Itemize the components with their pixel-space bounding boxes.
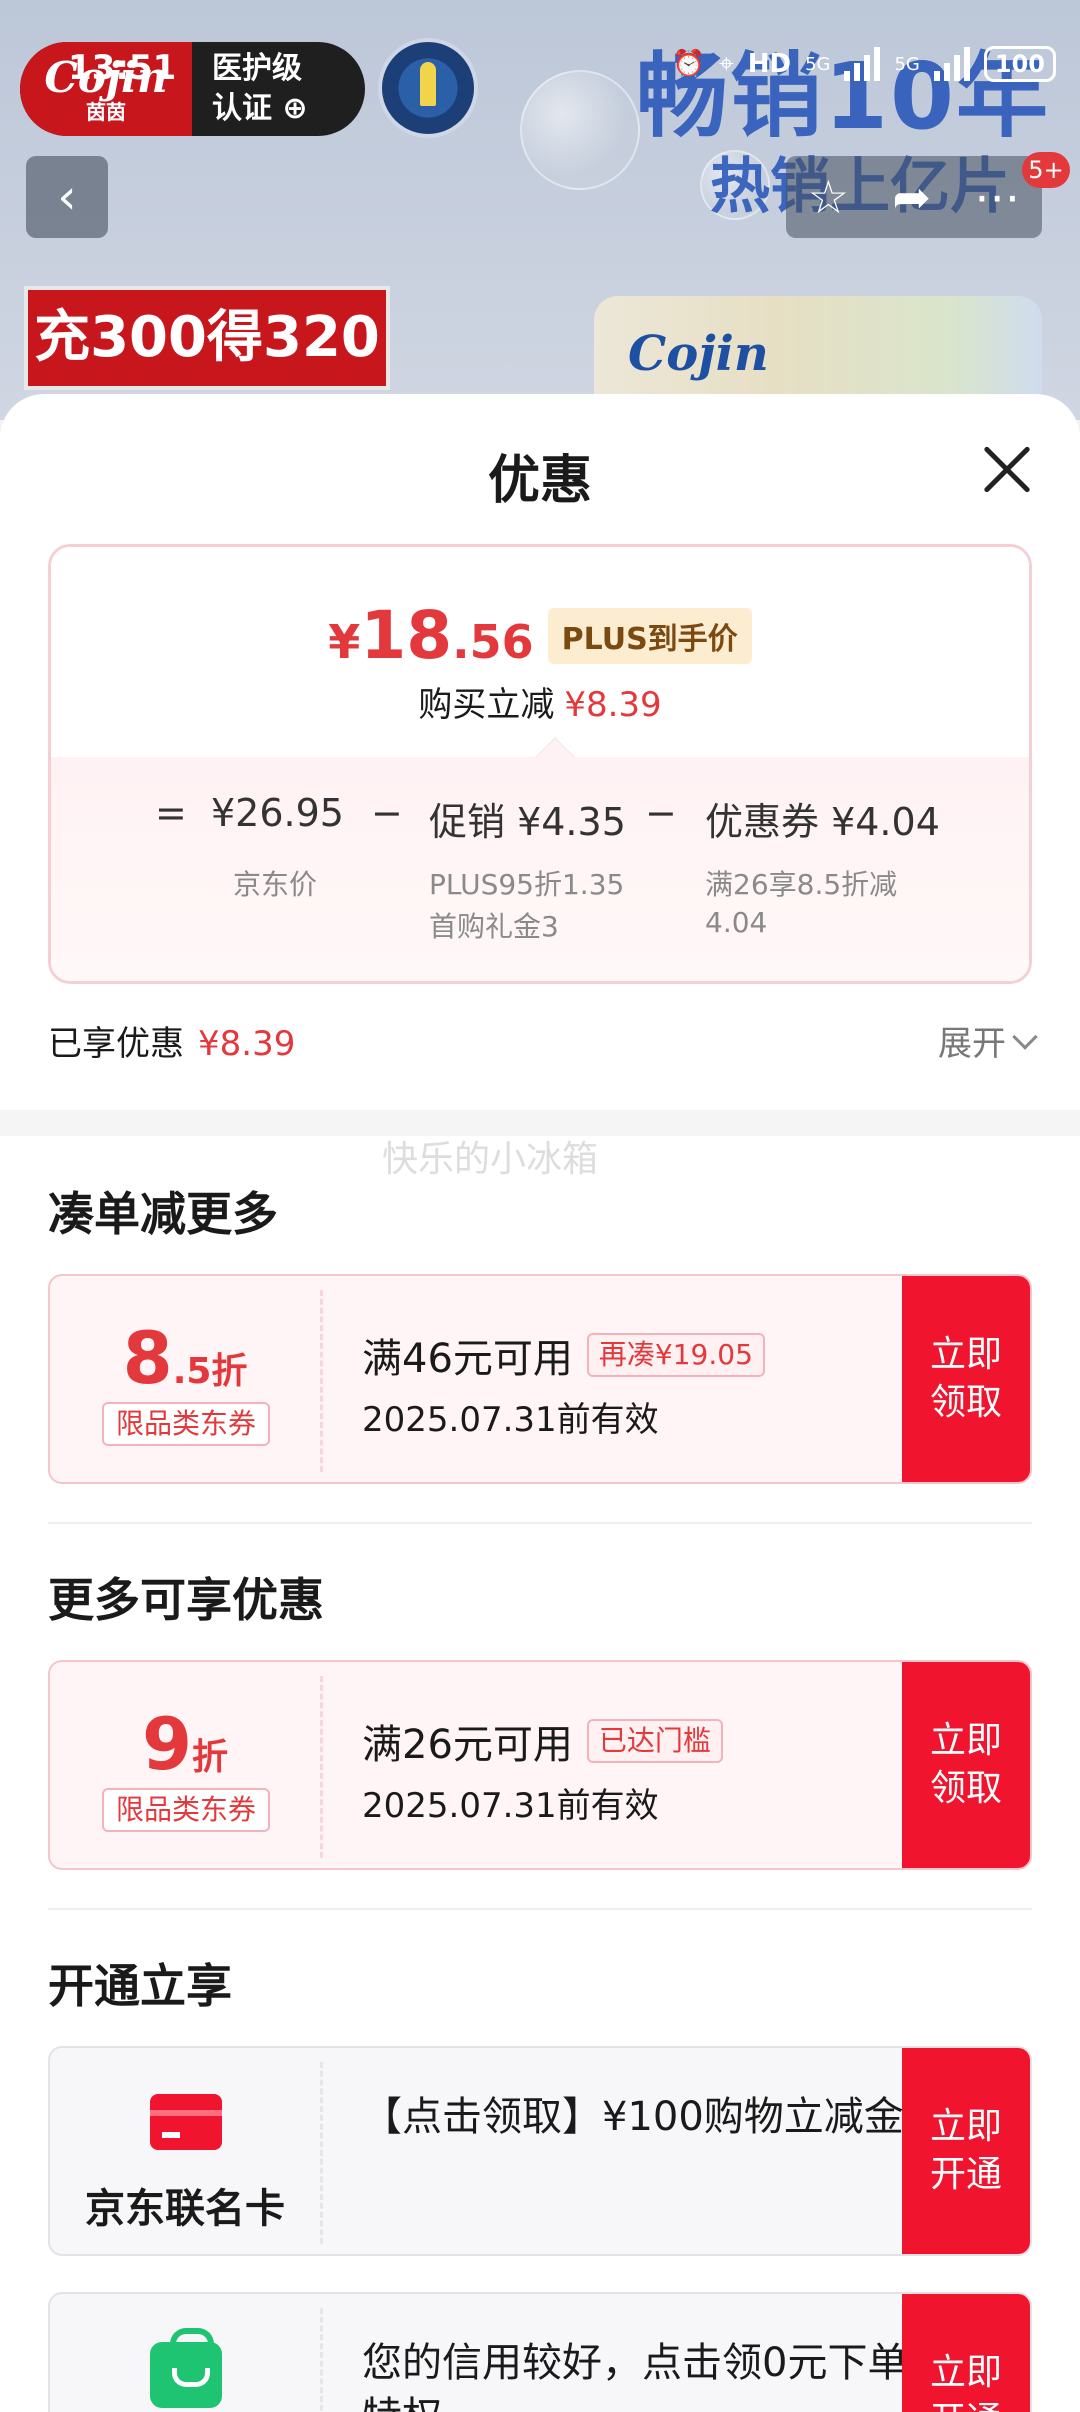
product-page-background: 畅销10年 热销上亿片 Cojin 茵茵 医护级 认证 ⊕ 13:51 ⏰ ⌖ …: [0, 0, 1080, 420]
net-label: 5G: [805, 53, 831, 75]
offer-brand-area: 京东联名卡: [50, 2048, 320, 2254]
price-breakdown: = ¥26.95 京东价 − 促销 ¥4.35 PLUS95折1.35 首购礼金…: [51, 757, 1029, 981]
back-button[interactable]: ‹: [26, 156, 108, 238]
offer-text: 您的信用较好，点击领0元下单特权: [362, 2340, 908, 2412]
promo-banner[interactable]: 充300得320: [24, 286, 390, 390]
promo-detail-2: 首购礼金3: [429, 910, 559, 943]
reduce-line: 购买立减 ¥8.39: [418, 685, 662, 725]
hero-headline: 畅销10年: [635, 43, 1050, 150]
battery-icon: 100: [983, 46, 1056, 82]
certification-badge-icon: [378, 38, 478, 138]
coupon-discount: 9折: [141, 1702, 229, 1786]
coupon-type-tag: 限品类东券: [102, 1788, 270, 1832]
star-icon[interactable]: ☆: [808, 170, 849, 224]
signal-icon: [933, 47, 970, 81]
share-icon[interactable]: ➦: [892, 170, 931, 224]
coupon-expiry: 2025.07.31前有效: [362, 1786, 659, 1826]
price-summary: ¥18.56 PLUS到手价 购买立减 ¥8.39: [51, 547, 1029, 757]
coupon-discount: 8.5折: [122, 1316, 248, 1400]
section-title-open: 开通立享: [48, 1959, 232, 2013]
status-icons: ⏰ ⌖ HD 5G 5G 100: [673, 46, 1056, 82]
minus-sign: −: [371, 791, 403, 835]
equals-sign: =: [155, 791, 187, 835]
promo-amount: 促销 ¥4.35: [429, 800, 626, 844]
price-card: ¥18.56 PLUS到手价 购买立减 ¥8.39 = ¥26.95 京东价 − …: [48, 544, 1032, 984]
open-card-button[interactable]: 立即开通: [902, 2048, 1030, 2254]
signal-icon: [844, 47, 881, 81]
location-icon: ⌖: [719, 48, 734, 79]
coupon-divider: [320, 1290, 323, 1472]
plus-price-tag: PLUS到手价: [547, 607, 752, 664]
coupon-info: 满46元可用 再凑¥19.05 2025.07.31前有效: [362, 1326, 922, 1441]
coupon-card: 8.5折 限品类东券 满46元可用 再凑¥19.05 2025.07.31前有效 …: [48, 1274, 1032, 1484]
alarm-icon: ⏰: [672, 49, 706, 79]
divider: [48, 1522, 1032, 1524]
chevron-down-icon: [1012, 1023, 1038, 1050]
offer-brand-area: [50, 2294, 320, 2412]
section-title-more-order: 凑单减更多: [48, 1187, 278, 1241]
close-icon[interactable]: [980, 442, 1034, 496]
coupon-discount-area: 9折 限品类东券: [50, 1662, 320, 1868]
hd-icon: HD: [747, 49, 792, 79]
coupon-detail-2: 4.04: [705, 906, 768, 939]
top-action-bar: ☆ ➦ ⋯: [786, 156, 1042, 238]
offer-divider: [320, 2308, 323, 2412]
coupon-info: 满26元可用 已达门槛 2025.07.31前有效: [362, 1712, 922, 1827]
credit-card-icon: [150, 2094, 222, 2150]
net-label: 5G: [894, 53, 920, 75]
jd-price: ¥26.95: [211, 791, 344, 835]
brand-cert-text: 医护级 认证 ⊕: [212, 51, 308, 126]
final-price: ¥18.56: [328, 597, 534, 674]
promo-detail-1: PLUS95折1.35: [429, 868, 625, 901]
coupon-detail-1: 满26享8.5折减: [705, 868, 898, 901]
plus-circle-icon: ⊕: [282, 91, 308, 126]
coupon-type-tag: 限品类东券: [102, 1402, 270, 1446]
claim-coupon-button[interactable]: 立即领取: [902, 1662, 1030, 1868]
enjoyed-discount: 已享优惠 ¥8.39: [48, 1024, 296, 1064]
claim-coupon-button[interactable]: 立即领取: [902, 1276, 1030, 1482]
offer-divider: [320, 2062, 323, 2244]
divider: [48, 1908, 1032, 1910]
bubble-decoration: [520, 70, 640, 190]
watermark: 快乐的小冰箱: [382, 1139, 599, 1180]
coupon-condition: 满26元可用: [362, 1722, 573, 1768]
minus-sign: −: [645, 791, 677, 835]
expand-button[interactable]: 展开: [938, 1016, 1038, 1065]
product-logo: Cojin: [628, 326, 769, 382]
jd-price-label: 京东价: [233, 868, 318, 901]
coupon-discount-area: 8.5折 限品类东券: [50, 1276, 320, 1482]
offer-text: 【点击领取】¥100购物立减金: [362, 2094, 904, 2140]
coupon-mini-tag: 已达门槛: [586, 1719, 723, 1763]
coupon-expiry: 2025.07.31前有效: [362, 1400, 659, 1440]
coupon-mini-tag: 再凑¥19.05: [586, 1333, 765, 1377]
coupon-condition: 满46元可用: [362, 1336, 573, 1382]
more-icon[interactable]: ⋯: [974, 170, 1020, 224]
open-offer-card: 京东联名卡 【点击领取】¥100购物立减金 立即开通: [48, 2046, 1032, 2256]
coupon-card: 9折 限品类东券 满26元可用 已达门槛 2025.07.31前有效 立即领取: [48, 1660, 1032, 1870]
notification-badge: 5+: [1022, 152, 1070, 188]
open-credit-button[interactable]: 立即开通: [902, 2294, 1030, 2412]
coupon-divider: [320, 1676, 323, 1858]
back-chevron-icon: ‹: [57, 169, 77, 225]
shopping-bag-icon: [150, 2328, 222, 2408]
open-offer-card: 您的信用较好，点击领0元下单特权 立即开通: [48, 2292, 1032, 2412]
offer-brand-name: 京东联名卡: [85, 2186, 285, 2232]
coupon-amount: 优惠券 ¥4.04: [705, 800, 940, 844]
sheet-title: 优惠: [487, 451, 592, 511]
section-title-more-benefits: 更多可享优惠: [48, 1573, 324, 1627]
status-time: 13:51: [68, 48, 177, 88]
discount-sheet: 优惠 ¥18.56 PLUS到手价 购买立减 ¥8.39 = ¥26.95 京东价…: [0, 394, 1080, 2412]
